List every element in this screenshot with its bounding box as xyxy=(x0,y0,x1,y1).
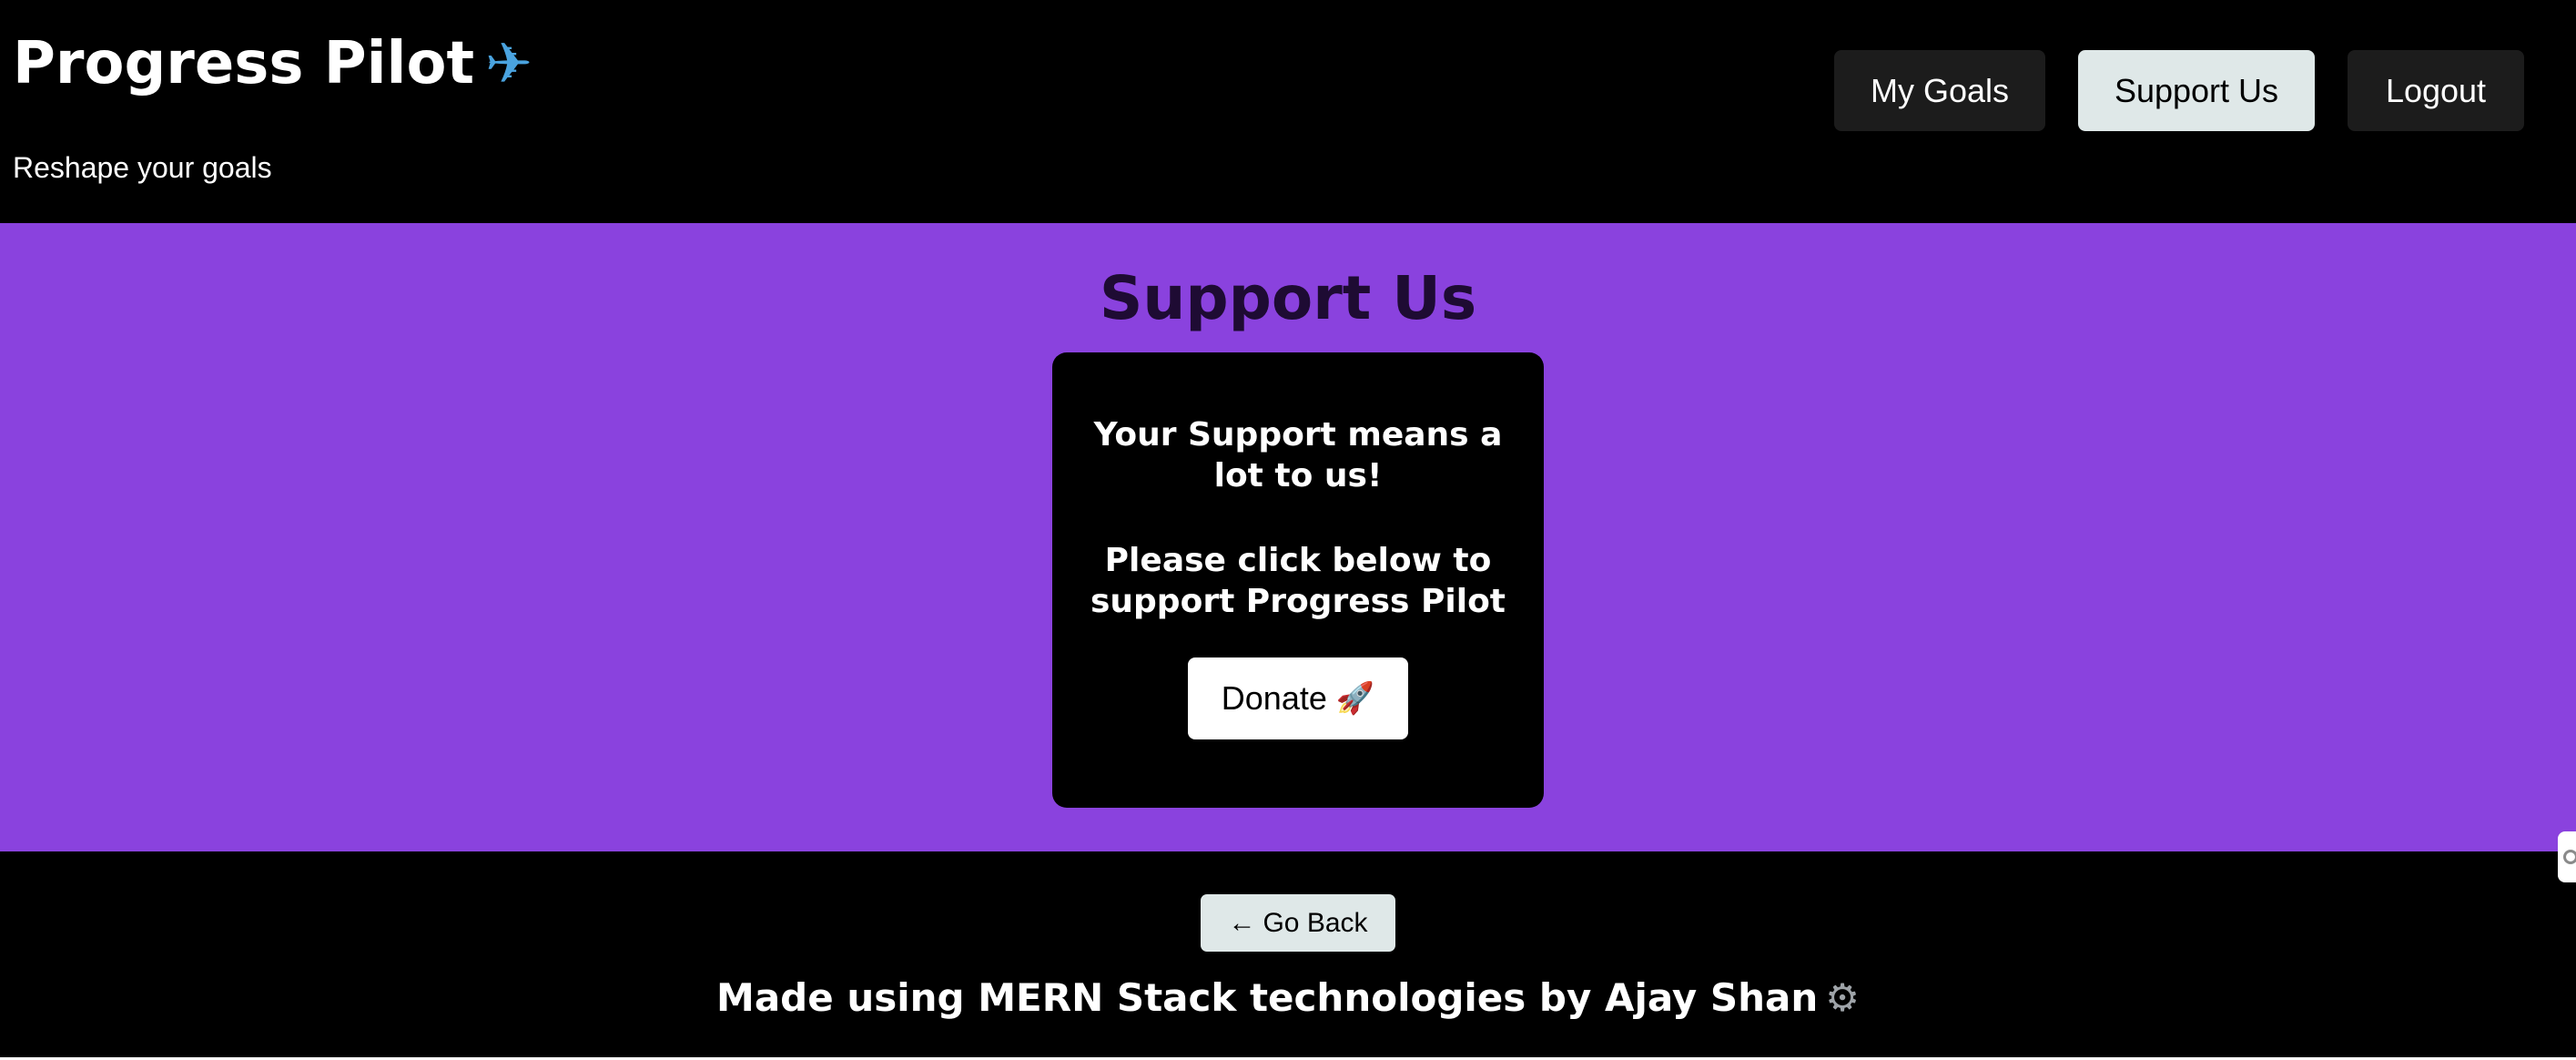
site-header: Progress Pilot ✈ Reshape your goals My Go… xyxy=(0,0,2576,223)
arrow-left-icon: ← xyxy=(1228,907,1256,938)
circle-icon xyxy=(2563,850,2576,864)
logout-button[interactable]: Logout xyxy=(2348,50,2524,131)
app-title: Progress Pilot ✈ xyxy=(13,25,532,102)
site-footer: ← Go Back Made using MERN Stack technolo… xyxy=(0,851,2576,1057)
main-content: Support Us Your Support means a lot to u… xyxy=(0,223,2576,851)
brand: Progress Pilot ✈ Reshape your goals xyxy=(13,25,532,186)
footer-credit: Made using MERN Stack technologies by Aj… xyxy=(0,974,2576,1022)
app-subtitle: Reshape your goals xyxy=(13,151,272,184)
gear-icon: ⚙ xyxy=(1825,975,1860,1020)
go-back-button[interactable]: ← Go Back xyxy=(1201,894,1395,952)
support-card: Your Support means a lot to us! Please c… xyxy=(1052,352,1544,808)
go-back-label: Go Back xyxy=(1263,907,1368,938)
side-widget-tab[interactable] xyxy=(2558,831,2576,882)
footer-credit-text: Made using MERN Stack technologies by Aj… xyxy=(716,975,1819,1020)
app-title-text: Progress Pilot xyxy=(13,30,475,97)
my-goals-button[interactable]: My Goals xyxy=(1834,50,2045,131)
support-message: Your Support means a lot to us! xyxy=(1093,416,1503,494)
airplane-icon: ✈ xyxy=(485,30,532,97)
donate-button-label: Donate xyxy=(1221,679,1327,717)
page: Progress Pilot ✈ Reshape your goals My Go… xyxy=(0,0,2576,1060)
donate-button[interactable]: Donate 🚀 xyxy=(1188,657,1408,739)
support-us-button[interactable]: Support Us xyxy=(2078,50,2315,131)
page-title: Support Us xyxy=(1099,263,1477,333)
support-instruction: Please click below to support Progress P… xyxy=(1090,542,1506,620)
rocket-icon: 🚀 xyxy=(1335,681,1375,716)
